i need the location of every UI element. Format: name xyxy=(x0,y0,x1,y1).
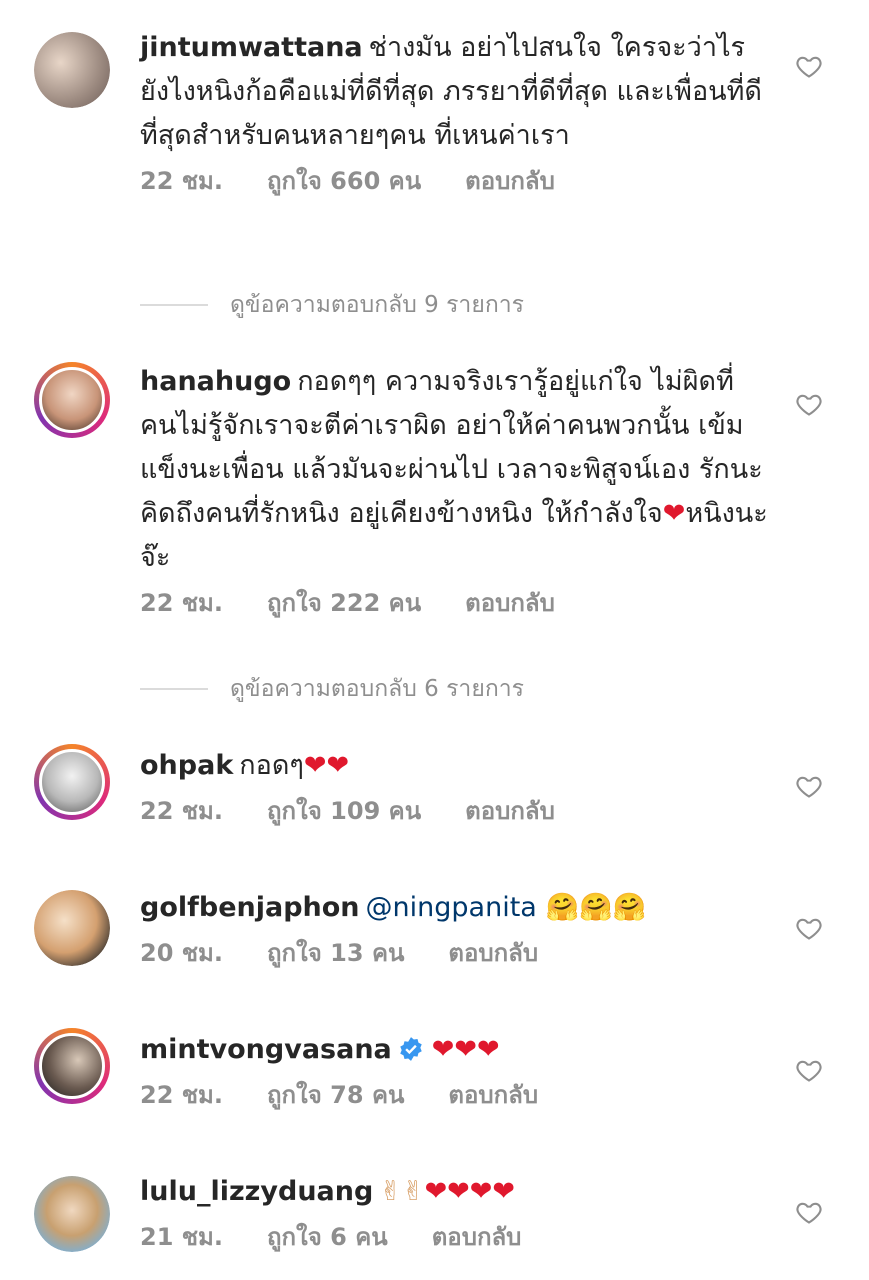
reply-button[interactable]: ตอบกลับ xyxy=(432,1220,522,1254)
heart-emoji: ❤❤ xyxy=(303,750,350,781)
timestamp: 21 ชม. xyxy=(140,1223,223,1251)
heart-emoji: ❤❤❤❤ xyxy=(424,1176,516,1207)
verified-badge-icon xyxy=(400,1037,422,1061)
reply-button[interactable]: ตอบกลับ xyxy=(465,586,555,620)
comment-meta: 22 ชม. ถูกใจ 78 คน ตอบกลับ xyxy=(140,1078,770,1112)
timestamp: 20 ชม. xyxy=(140,939,223,967)
reply-button[interactable]: ตอบกลับ xyxy=(448,936,538,970)
reply-button[interactable]: ตอบกลับ xyxy=(448,1078,538,1112)
heart-icon[interactable] xyxy=(795,914,823,942)
avatar[interactable] xyxy=(34,1176,110,1252)
likes-count[interactable]: ถูกใจ 222 คน xyxy=(267,586,421,620)
comment-text: hanahugo กอดๆๆ ความจริงเรารู้อยู่แก่ใจ ไม… xyxy=(140,366,768,573)
heart-icon[interactable] xyxy=(795,52,823,80)
timestamp: 22 ชม. xyxy=(140,797,223,825)
timestamp: 22 ชม. xyxy=(140,167,223,195)
comment-meta: 22 ชม. ถูกใจ 109 คน ตอบกลับ xyxy=(140,794,770,828)
username[interactable]: mintvongvasana xyxy=(140,1034,392,1065)
comment-text: ohpak กอดๆ❤❤ xyxy=(140,750,350,781)
mention-link[interactable]: @ningpanita xyxy=(366,892,537,923)
hug-emoji: 🤗🤗🤗 xyxy=(545,892,647,923)
comment-text: lulu_lizzyduang ✌✌❤❤❤❤ xyxy=(140,1170,770,1214)
reply-button[interactable]: ตอบกลับ xyxy=(465,164,555,198)
heart-icon[interactable] xyxy=(795,1056,823,1084)
divider xyxy=(140,304,208,306)
username[interactable]: hanahugo xyxy=(140,366,291,397)
timestamp: 22 ชม. xyxy=(140,1081,223,1109)
reply-button[interactable]: ตอบกลับ xyxy=(465,794,555,828)
view-replies-link[interactable]: ดูข้อความตอบกลับ 6 รายการ xyxy=(140,671,524,707)
heart-icon[interactable] xyxy=(795,772,823,800)
comment-text: golfbenjaphon @ningpanita 🤗🤗🤗 xyxy=(140,886,770,930)
timestamp: 22 ชม. xyxy=(140,589,223,617)
username[interactable]: golfbenjaphon xyxy=(140,892,360,923)
likes-count[interactable]: ถูกใจ 13 คน xyxy=(267,936,404,970)
avatar[interactable] xyxy=(34,890,110,966)
username[interactable]: jintumwattana xyxy=(140,32,363,63)
peace-emoji: ✌✌ xyxy=(379,1176,425,1207)
heart-icon[interactable] xyxy=(795,390,823,418)
likes-count[interactable]: ถูกใจ 660 คน xyxy=(267,164,421,198)
comment-meta: 20 ชม. ถูกใจ 13 คน ตอบกลับ xyxy=(140,936,770,970)
divider xyxy=(140,688,208,690)
avatar[interactable] xyxy=(34,1028,110,1104)
username[interactable]: ohpak xyxy=(140,750,233,781)
comment-text: mintvongvasana ❤❤❤ xyxy=(140,1028,770,1072)
likes-count[interactable]: ถูกใจ 109 คน xyxy=(267,794,421,828)
heart-emoji: ❤ xyxy=(662,498,686,529)
comment-meta: 21 ชม. ถูกใจ 6 คน ตอบกลับ xyxy=(140,1220,770,1254)
avatar[interactable] xyxy=(34,362,110,438)
avatar[interactable] xyxy=(34,32,110,108)
avatar[interactable] xyxy=(34,744,110,820)
comment-meta: 22 ชม. ถูกใจ 222 คน ตอบกลับ xyxy=(140,586,770,620)
comment-text: jintumwattana ช่างมัน อย่าไปสนใจ ใครจะว่า… xyxy=(140,32,762,151)
heart-emoji: ❤❤❤ xyxy=(431,1034,500,1065)
likes-count[interactable]: ถูกใจ 78 คน xyxy=(267,1078,404,1112)
username[interactable]: lulu_lizzyduang xyxy=(140,1176,373,1207)
likes-count[interactable]: ถูกใจ 6 คน xyxy=(267,1220,388,1254)
comment-meta: 22 ชม. ถูกใจ 660 คน ตอบกลับ xyxy=(140,164,770,198)
view-replies-link[interactable]: ดูข้อความตอบกลับ 9 รายการ xyxy=(140,287,524,323)
heart-icon[interactable] xyxy=(795,1198,823,1226)
